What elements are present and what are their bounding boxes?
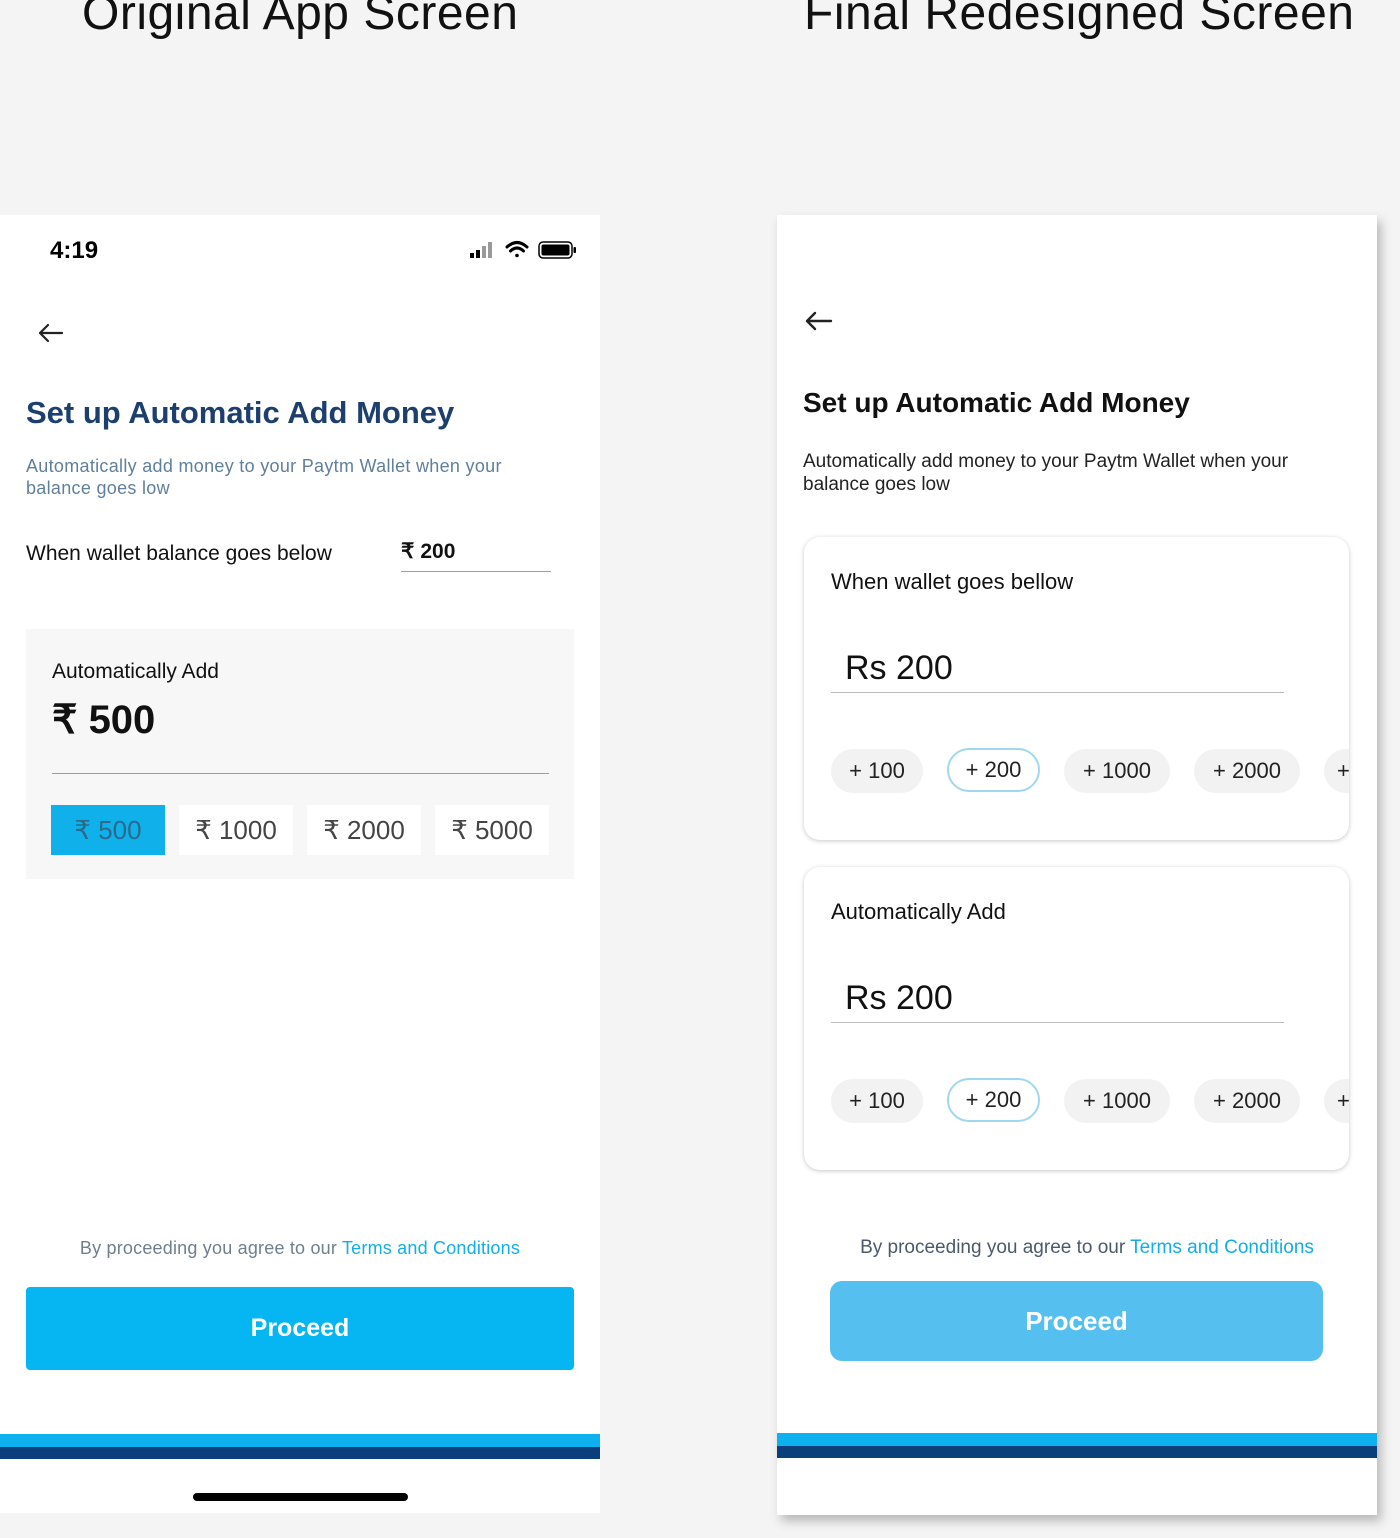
- footer-stripe-dark: [777, 1446, 1377, 1458]
- proceed-button[interactable]: Proceed: [26, 1287, 574, 1370]
- footer-stripe-light: [0, 1434, 600, 1447]
- footer-stripe-light: [777, 1433, 1377, 1446]
- terms-prefix: By proceeding you agree to our: [860, 1237, 1131, 1258]
- terms-link[interactable]: Terms and Conditions: [1130, 1237, 1314, 1258]
- threshold-chip-100[interactable]: + 100: [831, 749, 923, 793]
- page-title: Set up Automatic Add Money: [803, 387, 1190, 418]
- auto-add-label: Automatically Add: [831, 899, 1006, 924]
- auto-add-label: Automatically Add: [52, 660, 219, 683]
- auto-add-chip-200[interactable]: + 200: [947, 1078, 1040, 1122]
- threshold-input[interactable]: ₹200: [401, 539, 551, 572]
- arrow-left-icon: [805, 311, 833, 331]
- signal-icon: [470, 242, 492, 258]
- threshold-chip-2000[interactable]: + 2000: [1194, 749, 1300, 793]
- threshold-amount-input[interactable]: Rs 200: [831, 649, 1284, 693]
- auto-add-amount-input[interactable]: ₹ 500: [52, 697, 549, 774]
- amount-option-5000[interactable]: ₹ 5000: [435, 805, 549, 855]
- threshold-label: When wallet goes bellow: [831, 569, 1074, 594]
- threshold-chip-1000[interactable]: + 1000: [1064, 749, 1170, 793]
- terms-text: By proceeding you agree to our Terms and…: [777, 1237, 1377, 1259]
- auto-add-panel: Automatically Add ₹ 500 ₹ 500 ₹ 1000 ₹ 2…: [26, 629, 574, 879]
- amount-option-2000[interactable]: ₹ 2000: [307, 805, 421, 855]
- original-app-screen: 4:19 Set up Automatic Add Money Automati…: [0, 215, 600, 1513]
- terms-text: By proceeding you agree to our Terms and…: [0, 1238, 600, 1259]
- page-subtitle: Automatically add money to your Paytm Wa…: [26, 456, 502, 498]
- arrow-left-icon: [38, 323, 64, 343]
- terms-link[interactable]: Terms and Conditions: [342, 1238, 520, 1258]
- amount-option-1000[interactable]: ₹ 1000: [179, 805, 293, 855]
- back-button[interactable]: [801, 301, 841, 341]
- rupee-symbol: ₹: [401, 540, 415, 563]
- threshold-card: When wallet goes bellow Rs 200 + 100 + 2…: [804, 537, 1349, 840]
- terms-prefix: By proceeding you agree to our: [79, 1238, 342, 1258]
- footer-stripe-dark: [0, 1447, 600, 1459]
- threshold-chip-more[interactable]: +: [1324, 749, 1349, 793]
- auto-add-card: Automatically Add Rs 200 + 100 + 200 + 1…: [804, 867, 1349, 1170]
- auto-add-amount-input[interactable]: Rs 200: [831, 979, 1284, 1023]
- threshold-label: When wallet balance goes below: [26, 542, 332, 565]
- auto-add-chip-1000[interactable]: + 1000: [1064, 1079, 1170, 1123]
- original-screen-heading: Original App Screen: [82, 0, 519, 40]
- back-button[interactable]: [34, 313, 74, 353]
- proceed-button[interactable]: Proceed: [830, 1281, 1323, 1361]
- auto-add-chip-more[interactable]: +: [1324, 1079, 1349, 1123]
- redesigned-app-screen: Set up Automatic Add Money Automatically…: [777, 215, 1377, 1515]
- page-title: Set up Automatic Add Money: [26, 395, 455, 430]
- redesigned-screen-heading: Final Redesigned Screen: [804, 0, 1355, 40]
- status-icons: [468, 239, 578, 266]
- battery-icon: [538, 241, 576, 259]
- threshold-value: 200: [420, 540, 456, 563]
- auto-add-chip-100[interactable]: + 100: [831, 1079, 923, 1123]
- page-subtitle: Automatically add money to your Paytm Wa…: [803, 451, 1289, 495]
- status-time: 4:19: [50, 237, 99, 264]
- amount-option-500[interactable]: ₹ 500: [51, 805, 165, 855]
- threshold-chip-200[interactable]: + 200: [947, 748, 1040, 792]
- auto-add-chip-2000[interactable]: + 2000: [1194, 1079, 1300, 1123]
- home-indicator: [193, 1493, 408, 1501]
- wifi-icon: [505, 241, 529, 258]
